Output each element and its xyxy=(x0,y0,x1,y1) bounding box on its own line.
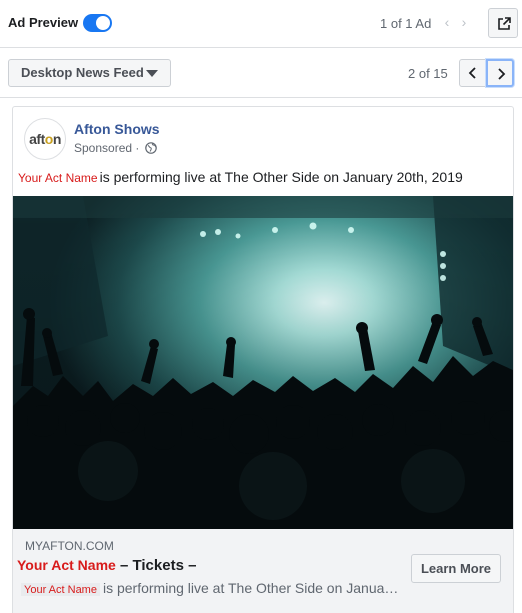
link-description: Your Act Name is performing live at The O… xyxy=(21,580,401,596)
page-name-link[interactable]: Afton Shows xyxy=(74,121,160,137)
avatar-logo-text: aft xyxy=(29,131,45,147)
previous-placement-button[interactable] xyxy=(459,59,487,87)
ad-headline: Your Act Name – Tickets – xyxy=(17,557,196,574)
chevron-right-icon xyxy=(498,68,506,80)
toggle-knob xyxy=(96,16,110,30)
placement-label: Desktop News Feed xyxy=(21,65,144,80)
concert-crowd-image xyxy=(13,196,513,529)
link-description-area[interactable]: MYAFTON.COM Your Act Name – Tickets – Yo… xyxy=(13,529,513,613)
avatar-logo-o: o xyxy=(44,131,54,147)
desc-act-name: Your Act Name xyxy=(21,583,100,596)
ad-next-icon[interactable]: › xyxy=(457,13,471,31)
primary-text: Your Act Name is performing live at The O… xyxy=(18,169,510,185)
page-avatar[interactable]: afton xyxy=(24,118,66,160)
placement-toolbar: Desktop News Feed 2 of 15 xyxy=(0,48,522,98)
headline-rest: – Tickets – xyxy=(115,557,197,574)
preview-title: Ad Preview xyxy=(8,15,79,30)
ad-preview-card: afton Afton Shows Sponsored · Your Act N… xyxy=(12,106,514,613)
placement-pager: 2 of 15 xyxy=(408,66,448,81)
external-link-icon xyxy=(498,17,511,30)
desc-text: is performing live at The Other Side on … xyxy=(102,580,401,596)
ad-count: 1 of 1 Ad xyxy=(380,16,432,31)
learn-more-button[interactable]: Learn More xyxy=(411,554,501,583)
act-name-placeholder: Your Act Name xyxy=(18,171,98,185)
ad-prev-icon[interactable]: ‹ xyxy=(440,13,454,31)
ad-image[interactable] xyxy=(13,196,513,529)
open-external-button[interactable] xyxy=(488,8,518,38)
display-domain: MYAFTON.COM xyxy=(25,539,114,553)
primary-text-body: is performing live at The Other Side on … xyxy=(99,169,463,185)
preview-header: Ad Preview 1 of 1 Ad ‹ › xyxy=(0,0,522,48)
avatar-logo-n: n xyxy=(52,131,62,147)
placement-dropdown[interactable]: Desktop News Feed xyxy=(8,59,171,87)
next-placement-button[interactable] xyxy=(486,59,514,87)
caret-down-icon xyxy=(146,70,158,77)
headline-act-name: Your Act Name xyxy=(17,557,116,573)
sponsored-label: Sponsored · xyxy=(74,141,140,155)
chevron-left-icon xyxy=(468,67,476,79)
globe-icon xyxy=(145,142,157,154)
preview-toggle[interactable] xyxy=(83,14,112,32)
